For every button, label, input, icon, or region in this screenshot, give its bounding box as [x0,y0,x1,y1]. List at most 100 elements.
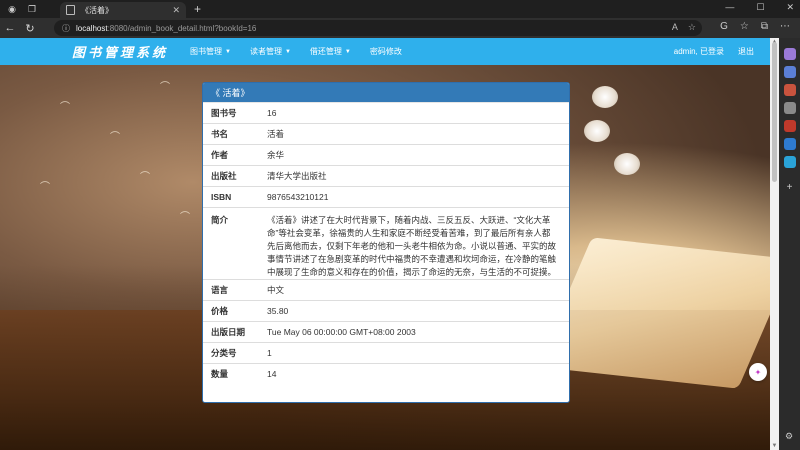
field-label: 图书号 [203,102,259,124]
field-value: 清华大学出版社 [259,165,569,187]
field-value: 余华 [259,144,569,166]
table-row: 出版日期 Tue May 06 00:00:00 GMT+08:00 2003 [203,321,569,343]
table-row: 数量 14 [203,363,569,385]
table-row: 作者 余华 [203,144,569,166]
table-row: 简介 《活着》讲述了在大时代背景下，随着内战、三反五反、大跃进、“文化大革命”等社… [203,207,569,280]
main-menu: 图书管理 ▼ 读者管理 ▼ 借还管理 ▼ 密码修改 [190,46,421,57]
field-value: Tue May 06 00:00:00 GMT+08:00 2003 [259,321,569,343]
menu-change-password[interactable]: 密码修改 [370,46,402,57]
menu-label: 读者管理 [249,47,282,56]
sidebar-games-icon[interactable] [783,102,796,114]
maximize-icon[interactable]: ☐ [756,2,764,13]
sidebar-add-icon[interactable]: + [784,182,796,194]
background-rose [592,86,618,108]
minimize-icon[interactable]: — [725,2,734,13]
field-value: 35.80 [259,300,569,322]
caret-down-icon: ▼ [225,48,231,55]
url-input[interactable]: ⓘ localhost :8080/admin_book_detail.html… [54,20,702,36]
field-value: 活着 [259,123,569,145]
sidebar-settings-icon[interactable]: ⚙ [783,430,795,442]
panel-heading: 《 活着》 [203,83,569,102]
more-icon[interactable]: ⋯ [780,21,790,32]
menu-reader-management[interactable]: 读者管理 ▼ [250,46,291,57]
menu-label: 图书管理 [190,47,223,56]
menu-book-management[interactable]: 图书管理 ▼ [190,46,231,57]
favorites-icon[interactable]: ☆ [740,21,749,32]
page-favicon-icon [66,5,75,15]
table-row: 书名 活着 [203,123,569,145]
profile-icon[interactable]: ◉ [4,1,20,17]
field-label: 出版社 [203,165,259,187]
menu-label: 借还管理 [309,47,342,56]
menu-borrow-management[interactable]: 借还管理 ▼ [310,46,351,57]
table-row: ISBN 9876543210121 [203,186,569,208]
field-label: 简介 [203,207,259,280]
field-label: 作者 [203,144,259,166]
url-host: localhost [76,23,108,33]
field-label: 价格 [203,300,259,322]
brand-title[interactable]: 图书管理系统 [72,42,168,61]
scrollbar-thumb[interactable] [772,42,777,182]
background-bird-icon: ⌒ [160,82,170,93]
close-tab-icon[interactable]: ✕ [172,5,180,16]
menu-label: 密码修改 [369,47,402,56]
new-tab-icon[interactable]: + [194,2,201,16]
sidebar-shopping-icon[interactable] [783,66,796,78]
address-bar-row: ← ↻ ⓘ localhost :8080/admin_book_detail.… [0,18,800,38]
background-rose [614,153,640,175]
background-book [536,237,770,389]
field-value: 9876543210121 [259,186,569,208]
field-label: 数量 [203,363,259,385]
back-icon[interactable]: ← [0,22,20,34]
browser-tab-bar: ◉ ❐ 《活着》 ✕ + — ☐ ✕ [0,0,800,18]
collections-icon[interactable]: ⧉ [761,21,768,32]
book-detail-table: 图书号 16 书名 活着 作者 余华 出版社 清华大学出版社 ISBN 987654321… [203,102,569,385]
reload-icon[interactable]: ↻ [20,22,40,35]
workspaces-icon[interactable]: ❐ [24,1,40,17]
book-detail-panel: 《 活着》 图书号 16 书名 活着 作者 余华 出版社 清华大学出版社 ISBN 987… [202,82,570,403]
sidebar-tools-icon[interactable] [783,84,796,96]
favorite-star-icon[interactable]: ☆ [688,22,696,33]
logout-link[interactable]: 退出 [738,46,754,57]
field-label: 出版日期 [203,321,259,343]
user-status-link[interactable]: admin, 已登录 [674,46,724,57]
browser-sidebar: + ⚙ [779,38,800,450]
sidebar-outlook-icon[interactable] [783,138,796,150]
caret-down-icon: ▼ [344,48,351,55]
tab-title: 《活着》 [81,5,113,15]
background-bird-icon: ⌒ [110,132,120,143]
field-label: ISBN [203,186,259,208]
top-navbar: 图书管理系统 图书管理 ▼ 读者管理 ▼ 借还管理 ▼ 密码修改 admin, 已登录… [0,38,770,65]
sidebar-send-icon[interactable] [783,156,796,168]
field-value: 中文 [259,279,569,301]
close-window-icon[interactable]: ✕ [786,2,794,13]
read-aloud-icon[interactable]: A [672,22,678,33]
field-value: 16 [259,102,569,124]
table-row: 图书号 16 [203,102,569,124]
background-bird-icon: ⌒ [180,212,190,223]
background-bird-icon: ⌒ [140,172,150,183]
copilot-float-icon[interactable]: ✦ [749,363,767,381]
browser-tab[interactable]: 《活着》 ✕ [60,2,186,18]
site-info-icon[interactable]: ⓘ [62,23,70,34]
field-value: 14 [259,363,569,385]
table-row: 语言 中文 [203,279,569,301]
table-row: 分类号 1 [203,342,569,364]
page-scrollbar[interactable]: ▲ ▼ [770,38,779,450]
caret-down-icon: ▼ [284,48,291,55]
field-value: 《活着》讲述了在大时代背景下，随着内战、三反五反、大跃进、“文化大革命”等社会变… [267,215,557,277]
scroll-down-icon[interactable]: ▼ [770,443,779,449]
url-path: :8080/admin_book_detail.html?bookId=16 [107,23,257,33]
field-value: 1 [259,342,569,364]
field-label: 语言 [203,279,259,301]
page-viewport: ⌒ ⌒ ⌒ ⌒ ⌒ ⌒ 图书管理系统 图书管理 ▼ 读者管理 ▼ 借还管理 ▼ 密码修… [0,38,770,450]
field-label: 分类号 [203,342,259,364]
sidebar-office-icon[interactable] [783,120,796,132]
field-label: 书名 [203,123,259,145]
sidebar-search-icon[interactable] [783,48,796,60]
background-bird-icon: ⌒ [40,182,50,193]
extension-icon[interactable]: G [720,21,728,32]
table-row: 出版社 清华大学出版社 [203,165,569,187]
background-bird-icon: ⌒ [60,102,70,113]
background-rose [584,120,610,142]
